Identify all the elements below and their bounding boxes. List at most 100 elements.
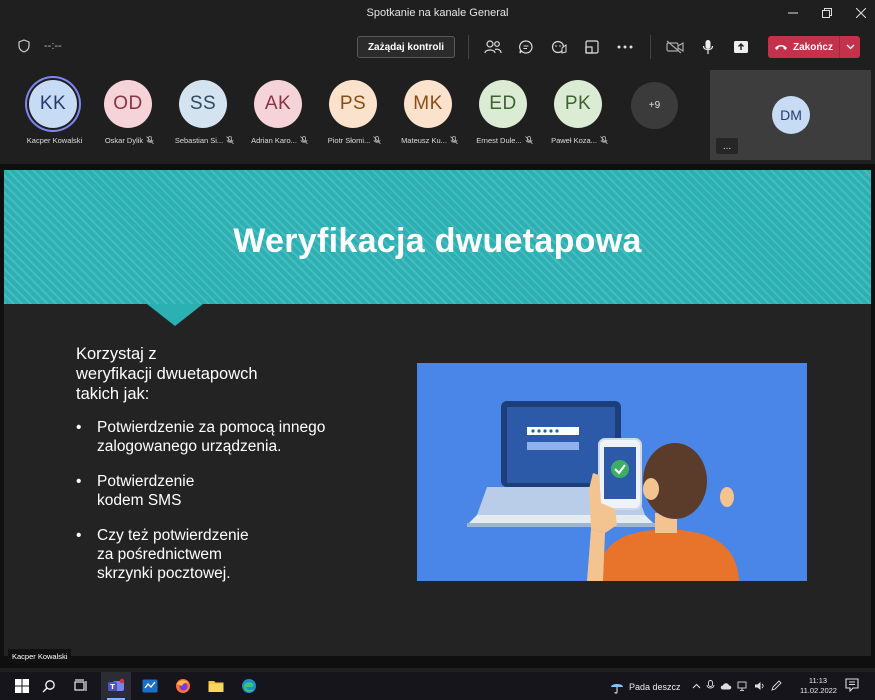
mic-off-icon (300, 136, 308, 145)
chat-button[interactable] (516, 37, 536, 57)
pen-icon[interactable] (771, 680, 782, 691)
two-factor-illustration (417, 363, 807, 581)
participant-name-row: Adrian Karo... (242, 136, 317, 145)
bullet-line: kodem SMS (97, 492, 182, 509)
avatar-initials: MK (413, 93, 443, 114)
task-view-button[interactable] (70, 676, 92, 696)
toolbar-divider (468, 35, 469, 59)
teams-icon: T (108, 678, 125, 691)
start-button[interactable] (11, 676, 33, 696)
whiteboard-icon (142, 679, 158, 693)
window-controls (773, 0, 875, 26)
participant-name-row: Mateusz Ku... (392, 136, 467, 145)
more-participants-button[interactable]: +9 (631, 82, 678, 129)
svg-text:T: T (110, 683, 115, 691)
shared-screen-area: Weryfikacja dwuetapowa Korzystaj z weryf… (0, 164, 875, 668)
mic-off-icon (450, 136, 458, 145)
close-button[interactable] (847, 0, 875, 26)
restore-button[interactable] (813, 0, 841, 26)
slide-intro: Korzystaj z weryfikacji dwuetapowch taki… (76, 344, 336, 404)
bullet-line: skrzynki pocztowej. (97, 565, 231, 582)
participant-name: Piotr Słomi... (327, 136, 371, 145)
system-tray (692, 680, 782, 691)
end-call-button[interactable]: Zakończ (768, 36, 860, 58)
participant-name: Paweł Koza... (551, 136, 597, 145)
toolbar-divider (650, 35, 651, 59)
firefox-taskbar-button[interactable] (172, 676, 194, 696)
notification-center-icon[interactable] (845, 678, 859, 692)
mic-off-icon (373, 136, 382, 145)
avatar: PK (554, 80, 602, 128)
banner-pointer (147, 304, 203, 326)
end-call-options-button[interactable] (840, 36, 860, 58)
mic-off-icon (226, 136, 234, 145)
participant-tile[interactable]: PK Paweł Koza... (542, 80, 617, 160)
participant-tile[interactable]: MK Mateusz Ku... (392, 80, 467, 160)
request-control-button[interactable]: Zażądaj kontroli (357, 36, 455, 58)
intro-line: Korzystaj z (76, 345, 157, 363)
avatar-initials: OD (113, 93, 143, 114)
participant-tile[interactable]: PS Piotr Słomi... (317, 80, 392, 160)
cloud-icon[interactable] (720, 682, 732, 690)
file-explorer-taskbar-button[interactable] (205, 676, 227, 696)
clock-date: 11.02.2022 (800, 686, 837, 695)
search-icon (42, 680, 55, 693)
participant-name-row: Kacper Kowalski (17, 136, 92, 145)
avatar-initials: AK (264, 93, 292, 114)
whiteboard-taskbar-button[interactable] (139, 676, 161, 696)
self-tile-more-button[interactable]: ... (716, 138, 738, 154)
participant-name-row: Sebastian Si... (167, 136, 242, 145)
mic-off-icon (600, 136, 608, 145)
participant-name: Kacper Kowalski (26, 136, 83, 145)
presentation-slide: Weryfikacja dwuetapowa Korzystaj z weryf… (4, 170, 871, 656)
shield-icon[interactable] (18, 39, 30, 53)
title-bar: Spotkanie na kanale General (0, 0, 875, 26)
slide-bullet-list: Potwierdzenie za pomocą innego zalogowan… (76, 418, 376, 599)
participant-tile[interactable]: SS Sebastian Si... (167, 80, 242, 160)
avatar: MK (404, 80, 452, 128)
end-call-main[interactable]: Zakończ (768, 36, 839, 58)
participant-tile[interactable]: OD Oskar Dylik (92, 80, 167, 160)
self-avatar: DM (772, 96, 810, 134)
self-video-tile[interactable]: DM ... (710, 70, 871, 160)
mic-off-icon (146, 136, 154, 145)
rooms-button[interactable] (582, 37, 602, 57)
avatar: SS (179, 80, 227, 128)
teams-meeting-window: Spotkanie na kanale General --:-- Zażąda… (0, 0, 875, 700)
bullet-line: za pośrednictwem (97, 546, 222, 563)
chevron-up-icon[interactable] (692, 683, 701, 689)
end-call-label: Zakończ (792, 41, 833, 53)
minimize-button[interactable] (779, 0, 807, 26)
camera-button[interactable] (665, 37, 685, 57)
reactions-button[interactable] (549, 37, 569, 57)
participant-name-row: Piotr Słomi... (317, 136, 392, 145)
more-dots-icon (617, 45, 633, 49)
network-icon[interactable] (737, 681, 749, 691)
weather-widget[interactable]: Pada deszcz (610, 680, 681, 694)
participant-name: Ernest Dule... (476, 136, 522, 145)
avatar-initials: PK (564, 93, 592, 114)
participant-name-row: Oskar Dylik (92, 136, 167, 145)
minimize-icon (788, 12, 798, 14)
participant-tile[interactable]: KK Kacper Kowalski (17, 80, 92, 160)
share-content-button[interactable] (731, 37, 751, 57)
volume-icon[interactable] (754, 681, 766, 691)
mic-tray-icon[interactable] (706, 680, 715, 691)
system-clock[interactable]: 11:13 11.02.2022 (800, 676, 837, 696)
avatar-initials: ED (489, 93, 517, 114)
bullet-item: Potwierdzenie kodem SMS (76, 472, 376, 510)
meeting-toolbar: --:-- Zażądaj kontroli Zakończ (0, 26, 875, 68)
participants-button[interactable] (483, 37, 503, 57)
bullet-line: zalogowanego urządzenia. (97, 438, 282, 455)
edge-taskbar-button[interactable] (238, 676, 260, 696)
participant-tile[interactable]: AK Adrian Karo... (242, 80, 317, 160)
participant-tile[interactable]: ED Ernest Dule... (467, 80, 542, 160)
avatar-initials: SS (189, 93, 217, 114)
microphone-button[interactable] (698, 37, 718, 57)
share-screen-icon (734, 41, 748, 53)
chevron-down-icon (846, 44, 854, 50)
task-view-icon (74, 679, 87, 691)
teams-taskbar-button[interactable]: T (105, 676, 127, 696)
search-button[interactable] (38, 676, 60, 696)
more-actions-button[interactable] (615, 37, 635, 57)
